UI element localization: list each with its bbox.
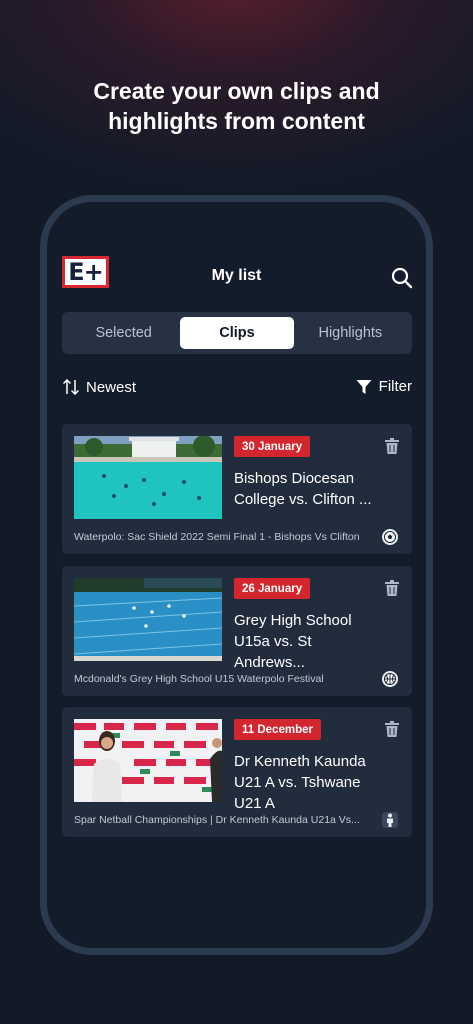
- filter-button[interactable]: Filter: [356, 378, 412, 395]
- date-badge: 11 December: [234, 719, 321, 740]
- date-badge: 30 January: [234, 436, 311, 457]
- clip-subtitle: Mcdonald's Grey High School U15 Waterpol…: [74, 673, 324, 685]
- netball-player-icon: [382, 812, 398, 828]
- interview-image: [74, 719, 222, 802]
- delete-button[interactable]: [385, 580, 399, 596]
- tab-bar: Selected Clips Highlights: [62, 312, 412, 354]
- clip-subtitle: Waterpolo: Sac Shield 2022 Semi Final 1 …: [74, 531, 360, 543]
- pool-image: [74, 436, 222, 519]
- clip-thumbnail[interactable]: [74, 719, 222, 802]
- clip-thumbnail[interactable]: [74, 578, 222, 661]
- trash-icon: [385, 721, 399, 737]
- delete-button[interactable]: [385, 721, 399, 737]
- search-icon: [391, 267, 413, 289]
- sort-button[interactable]: Newest: [62, 378, 136, 396]
- clip-card[interactable]: 30 January Bishops Diocesan College vs. …: [62, 424, 412, 554]
- date-badge: 26 January: [234, 578, 311, 599]
- search-button[interactable]: [390, 266, 414, 290]
- tab-clips[interactable]: Clips: [180, 317, 294, 349]
- clip-card[interactable]: 26 January Grey High School U15a vs. St …: [62, 566, 412, 696]
- clip-title: Bishops Diocesan College vs. Clifton ...: [234, 470, 372, 508]
- headline-line-2: highlights from content: [108, 108, 365, 134]
- clip-title: Dr Kenneth Kaunda U21 A vs. Tshwane U21 …: [234, 753, 366, 812]
- clip-subtitle: Spar Netball Championships | Dr Kenneth …: [74, 814, 360, 826]
- app-screen: E+ My list Selected Clips Highlights New…: [47, 202, 426, 948]
- trash-icon: [385, 438, 399, 454]
- clip-card[interactable]: 11 December Dr Kenneth Kaunda U21 A vs. …: [62, 707, 412, 837]
- basketball-icon: [382, 671, 398, 687]
- clip-thumbnail[interactable]: [74, 436, 222, 519]
- pool-image: [74, 578, 222, 661]
- tab-highlights[interactable]: Highlights: [294, 317, 407, 349]
- phone-frame: E+ My list Selected Clips Highlights New…: [40, 195, 433, 955]
- filter-icon: [356, 379, 372, 394]
- sort-arrows-icon: [62, 378, 80, 396]
- trash-icon: [385, 580, 399, 596]
- page-title: My list: [211, 267, 262, 284]
- filter-label: Filter: [378, 378, 412, 395]
- headline-line-1: Create your own clips and: [93, 78, 380, 104]
- clip-title: Grey High School U15a vs. St Andrews...: [234, 612, 352, 671]
- tab-selected[interactable]: Selected: [67, 317, 180, 349]
- sort-label: Newest: [86, 378, 137, 396]
- delete-button[interactable]: [385, 438, 399, 454]
- soccer-ball-icon: [382, 529, 398, 545]
- headline: Create your own clips and highlights fro…: [0, 76, 473, 136]
